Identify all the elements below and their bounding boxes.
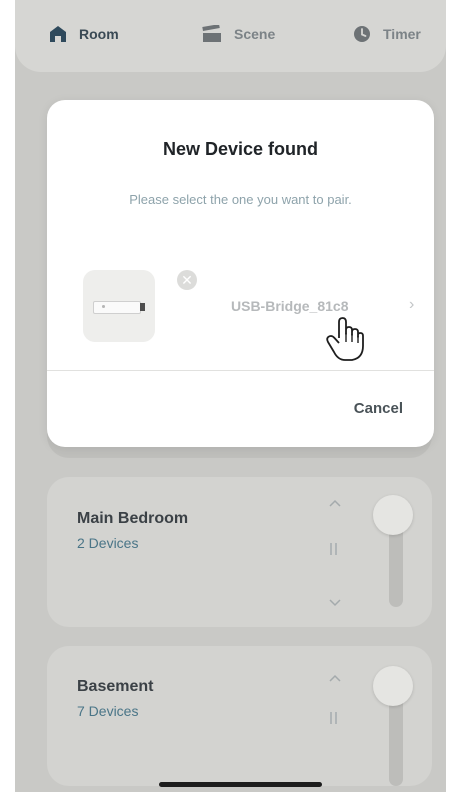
brightness-down-icon[interactable] xyxy=(329,595,341,610)
slider-knob[interactable] xyxy=(373,495,413,535)
tab-scene-label: Scene xyxy=(234,26,276,42)
device-list-item[interactable]: ✕ USB-Bridge_81c8 › xyxy=(47,260,434,361)
tab-timer-label: Timer xyxy=(383,26,421,42)
hand-pointer-cursor-icon xyxy=(326,317,364,361)
device-name: USB-Bridge_81c8 xyxy=(231,298,349,314)
dialog-divider xyxy=(47,370,434,371)
app-screen: Room Scene Timer Main Bedroom 2 Devices xyxy=(15,0,446,792)
cancel-button[interactable]: Cancel xyxy=(283,396,403,422)
usb-stick-icon xyxy=(83,270,155,342)
house-icon xyxy=(50,26,66,42)
room-card-main-bedroom[interactable]: Main Bedroom 2 Devices xyxy=(47,477,432,627)
clock-icon xyxy=(354,26,370,42)
room-card-basement[interactable]: Basement 7 Devices xyxy=(47,646,432,786)
scene-clapper-icon xyxy=(202,25,221,42)
room-name: Basement xyxy=(77,678,154,695)
room-device-count: 7 Devices xyxy=(77,703,139,719)
tab-room[interactable]: Room xyxy=(49,22,119,46)
dialog-title: New Device found xyxy=(162,139,319,159)
slider-knob[interactable] xyxy=(373,666,413,706)
tab-room-label: Room xyxy=(79,26,119,42)
room-name: Main Bedroom xyxy=(77,510,189,527)
home-indicator[interactable] xyxy=(159,782,322,787)
room-device-count: 2 Devices xyxy=(77,535,139,551)
pause-icon[interactable] xyxy=(329,712,339,727)
new-device-dialog: New Device found Please select the one y… xyxy=(47,100,434,447)
brightness-up-icon[interactable] xyxy=(329,670,341,685)
tab-timer[interactable]: Timer xyxy=(353,22,421,46)
dialog-subtitle: Please select the one you want to pair. xyxy=(129,192,352,207)
brightness-up-icon[interactable] xyxy=(329,495,341,510)
chevron-right-icon[interactable]: › xyxy=(409,296,414,314)
tab-scene[interactable]: Scene xyxy=(202,22,275,46)
close-circle-icon[interactable]: ✕ xyxy=(177,270,197,290)
pause-icon[interactable] xyxy=(329,543,339,558)
top-tab-bar: Room Scene Timer xyxy=(15,0,446,72)
